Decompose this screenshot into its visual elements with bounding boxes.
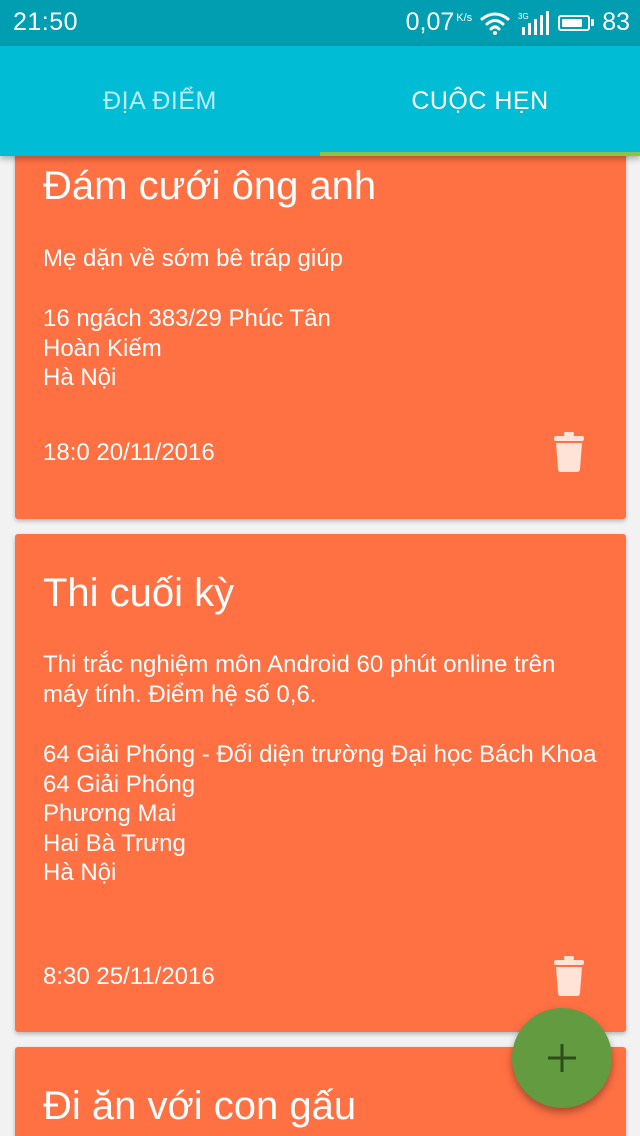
address-line: Hà Nội xyxy=(43,859,117,887)
trash-icon[interactable] xyxy=(554,956,584,996)
appointment-description: Mẹ dặn về sớm bê tráp giúp xyxy=(43,245,343,272)
address-line: 16 ngách 383/29 Phúc Tân xyxy=(43,305,331,332)
address-line: Hoàn Kiếm xyxy=(43,334,162,362)
appointment-address: 16 ngách 383/29 Phúc Tân Hoàn Kiếm Hà Nộ… xyxy=(43,304,603,393)
appointment-title: Đám cưới ông anh xyxy=(43,164,377,208)
appointment-description: Thi trắc nghiệm môn Android 60 phút onli… xyxy=(43,651,556,708)
appointment-title: Thi cuối kỳ xyxy=(43,571,235,615)
status-time: 21:50 xyxy=(13,8,79,36)
battery-fill xyxy=(562,18,583,27)
appointment-datetime: 18:0 20/11/2016 xyxy=(43,439,215,466)
signal-icon: 3G xyxy=(518,10,550,35)
address-line: Phương Mai xyxy=(43,800,177,828)
trash-icon[interactable] xyxy=(554,432,584,472)
battery-level: 83 xyxy=(602,8,630,36)
status-bar: 21:50 0,07 K/s 3G 83 xyxy=(0,0,640,46)
plus-icon xyxy=(548,1044,576,1072)
appointment-card[interactable]: Đám cưới ông anh Mẹ dặn về sớm bê tráp g… xyxy=(15,156,626,519)
tab-appointments[interactable]: CUỘC HẸN xyxy=(320,46,640,156)
appointment-card[interactable]: Thi cuối kỳ Thi trắc nghiệm môn Android … xyxy=(15,534,626,1032)
tab-places[interactable]: ĐỊA ĐIỂM xyxy=(0,46,320,156)
network-type-label: 3G xyxy=(518,12,529,21)
address-line: 64 Giải Phóng xyxy=(43,770,196,798)
appointment-address: 64 Giải Phóng - Đối diện trường Đại học … xyxy=(43,740,603,888)
battery-icon xyxy=(558,14,595,31)
appointment-list[interactable]: Đám cưới ông anh Mẹ dặn về sớm bê tráp g… xyxy=(0,156,640,1136)
network-speed: 0,07 K/s xyxy=(406,8,473,37)
tab-indicator xyxy=(320,152,640,156)
appointment-datetime: 8:30 25/11/2016 xyxy=(43,963,215,990)
network-speed-value: 0,07 xyxy=(405,8,455,36)
status-indicators: 0,07 K/s 3G 83 xyxy=(406,8,630,37)
add-appointment-button[interactable] xyxy=(512,1008,612,1108)
appointment-title: Đi ăn với con gấu xyxy=(43,1084,357,1128)
network-speed-unit: K/s xyxy=(456,12,473,24)
address-line: Hai Bà Trưng xyxy=(43,829,186,857)
tab-bar: ĐỊA ĐIỂM CUỘC HẸN xyxy=(0,46,640,156)
address-line: Hà Nội xyxy=(43,364,117,392)
address-line: 64 Giải Phóng - Đối diện trường Đại học … xyxy=(43,741,597,768)
wifi-icon xyxy=(480,11,510,35)
